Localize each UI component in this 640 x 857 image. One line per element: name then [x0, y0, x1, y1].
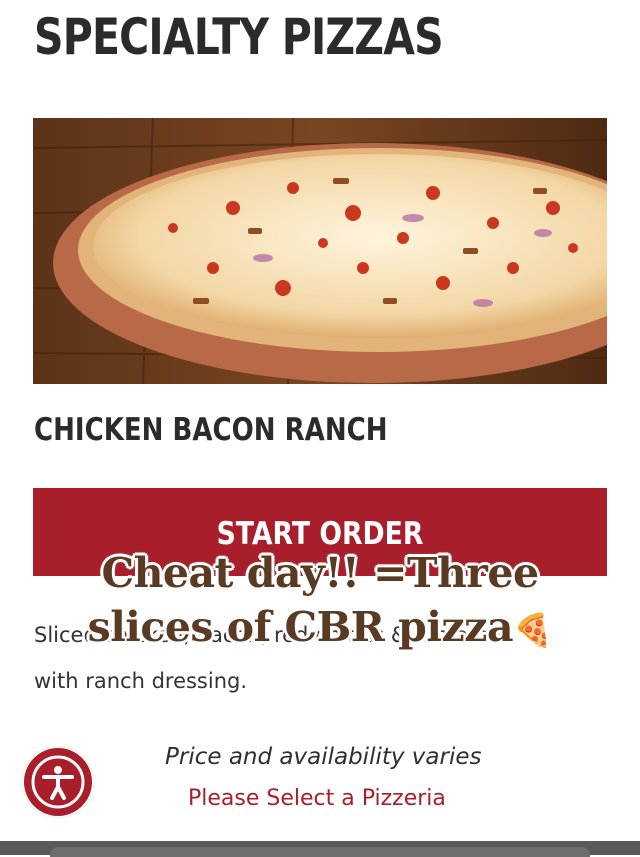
- pizza-image: [33, 118, 607, 384]
- caption-line-2: slices of CBR pizza: [87, 603, 514, 651]
- pizza-emoji-icon: 🍕: [513, 611, 553, 649]
- select-pizzeria-link[interactable]: Please Select a Pizzeria: [188, 786, 446, 811]
- bottom-bar: [0, 841, 640, 857]
- accessibility-person-icon: [31, 755, 85, 809]
- product-name: CHICKEN BACON RANCH: [34, 412, 388, 448]
- caption-line-1: Cheat day!! =Three: [101, 549, 539, 597]
- page-title: SPECIALTY PIZZAS: [34, 8, 444, 66]
- description-line-2: with ranch dressing.: [34, 669, 248, 693]
- accessibility-button[interactable]: [22, 746, 94, 818]
- overlay-caption: Cheat day!! =Three slices of CBR pizza🍕: [0, 546, 640, 657]
- price-note: Price and availability varies: [165, 744, 482, 770]
